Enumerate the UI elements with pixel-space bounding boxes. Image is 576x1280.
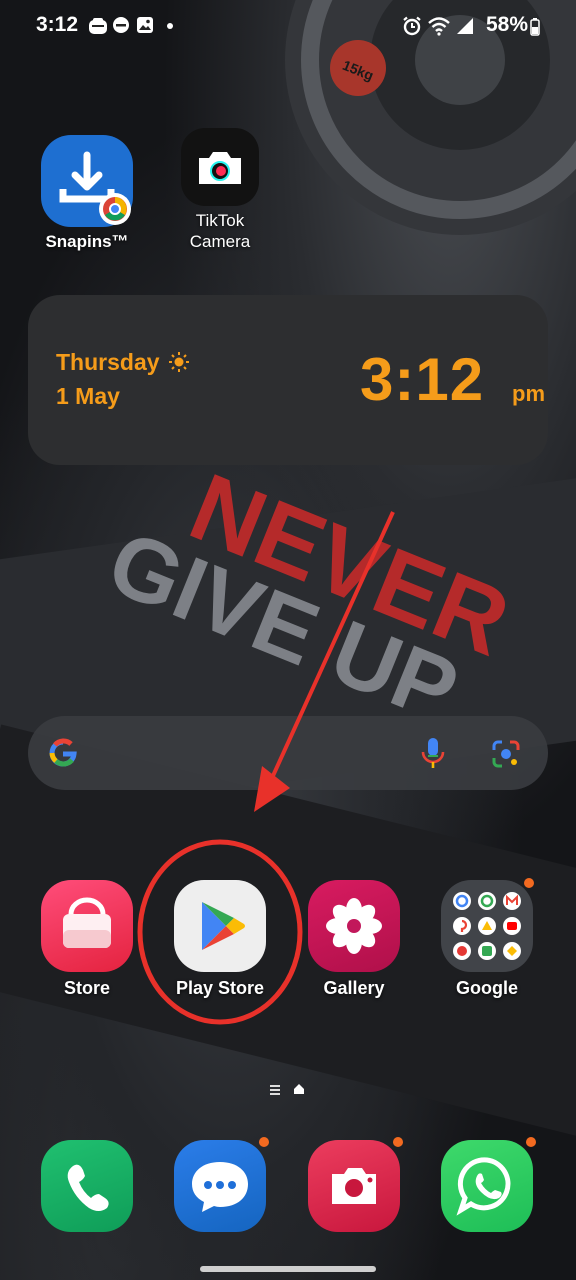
notification-dot (524, 878, 534, 888)
widget-day: Thursday (56, 349, 160, 375)
microphone-icon[interactable] (420, 736, 446, 772)
notification-dot (259, 1137, 269, 1147)
chat-icon (174, 1140, 266, 1232)
app-google-folder[interactable]: Google (422, 878, 552, 999)
wallpaper-text-never: NEVER (176, 453, 523, 676)
sun-icon (169, 352, 189, 372)
dnd-icon (113, 17, 129, 33)
app-snapins[interactable]: Snapins™ (22, 135, 152, 252)
folder-icon (441, 880, 533, 972)
gesture-nav-bar[interactable] (200, 1266, 376, 1272)
play-triangle-icon (174, 880, 266, 972)
wifi-icon (428, 17, 450, 36)
download-chrome-icon (41, 135, 133, 227)
status-time: 3:12 (36, 13, 79, 36)
app-tiktok-camera[interactable]: TikTok Camera (155, 128, 285, 252)
app-label: Store (63, 978, 110, 998)
battery-icon (530, 18, 540, 36)
alarm-icon (403, 16, 421, 36)
page-indicator[interactable] (268, 1082, 310, 1096)
phone-icon (41, 1140, 133, 1232)
more-dot-icon (167, 23, 173, 29)
status-bar: 3:12 58% (0, 0, 576, 50)
app-label: Google (456, 978, 518, 998)
battery-percent: 58% (485, 13, 528, 36)
app-gallery[interactable]: Gallery (289, 880, 419, 999)
app-label: Snapins™ (45, 232, 129, 251)
dock-messages[interactable] (155, 1137, 285, 1232)
app-label: Play Store (175, 978, 265, 998)
app-label-line2: Camera (189, 232, 251, 251)
whatsapp-icon (441, 1140, 533, 1232)
google-g-icon (49, 738, 77, 767)
app-notification-icon (89, 18, 107, 34)
wallpaper-text-giveup: GIVE UP (95, 512, 471, 741)
lens-icon[interactable] (490, 738, 522, 770)
app-label: Gallery (323, 978, 385, 998)
widget-time: 3:12 (360, 346, 485, 413)
gallery-icon (137, 17, 153, 33)
shopping-bag-icon (41, 880, 133, 972)
dock-phone[interactable] (22, 1140, 152, 1232)
app-store[interactable]: Store (22, 880, 152, 999)
camera-icon (308, 1140, 400, 1232)
flower-icon (308, 880, 400, 972)
widget-date: 1 May (56, 383, 120, 409)
home-icon (294, 1084, 304, 1094)
signal-icon (457, 18, 473, 34)
app-label-line1: TikTok (195, 211, 245, 230)
notification-dot (393, 1137, 403, 1147)
dock-camera[interactable] (289, 1137, 419, 1232)
plate-text: 15kg (340, 57, 376, 84)
camera-icon (181, 128, 259, 206)
widget-ampm: pm (512, 381, 545, 406)
dock-whatsapp[interactable] (422, 1137, 552, 1232)
notification-dot (526, 1137, 536, 1147)
google-search-bar[interactable] (28, 716, 548, 790)
clock-widget[interactable]: Thursday 1 May 3:12 pm (28, 295, 548, 465)
app-play-store[interactable]: Play Store (155, 880, 285, 999)
